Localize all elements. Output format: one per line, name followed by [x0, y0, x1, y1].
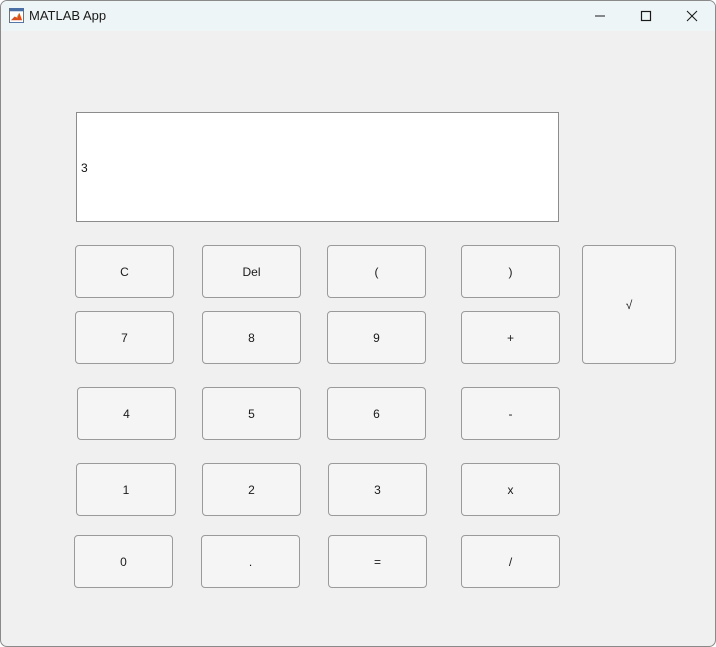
- minimize-icon: [595, 15, 605, 17]
- decimal-button[interactable]: .: [201, 535, 300, 588]
- plus-button[interactable]: +: [461, 311, 560, 364]
- digit-2-button[interactable]: 2: [202, 463, 301, 516]
- digit-7-button[interactable]: 7: [75, 311, 174, 364]
- delete-button[interactable]: Del: [202, 245, 301, 298]
- equals-button[interactable]: =: [328, 535, 427, 588]
- digit-4-button[interactable]: 4: [77, 387, 176, 440]
- digit-6-button[interactable]: 6: [327, 387, 426, 440]
- close-button[interactable]: [669, 1, 715, 31]
- close-icon: [686, 10, 698, 22]
- divide-button[interactable]: /: [461, 535, 560, 588]
- minimize-button[interactable]: [577, 1, 623, 31]
- calculator-display[interactable]: 3: [76, 112, 559, 222]
- maximize-button[interactable]: [623, 1, 669, 31]
- digit-5-button[interactable]: 5: [202, 387, 301, 440]
- title-bar[interactable]: MATLAB App: [1, 1, 715, 31]
- multiply-button[interactable]: x: [461, 463, 560, 516]
- digit-8-button[interactable]: 8: [202, 311, 301, 364]
- open-paren-button[interactable]: (: [327, 245, 426, 298]
- matlab-logo-icon: [9, 8, 24, 23]
- display-value: 3: [81, 161, 88, 175]
- window-title: MATLAB App: [29, 8, 107, 23]
- app-window: MATLAB App 3 C Del ( ) √ 7 8 9 + 4 5 6 -…: [0, 0, 716, 647]
- digit-1-button[interactable]: 1: [76, 463, 176, 516]
- minus-button[interactable]: -: [461, 387, 560, 440]
- digit-9-button[interactable]: 9: [327, 311, 426, 364]
- sqrt-button[interactable]: √: [582, 245, 676, 364]
- maximize-icon: [640, 10, 652, 22]
- digit-0-button[interactable]: 0: [74, 535, 173, 588]
- digit-3-button[interactable]: 3: [328, 463, 427, 516]
- close-paren-button[interactable]: ): [461, 245, 560, 298]
- clear-button[interactable]: C: [75, 245, 174, 298]
